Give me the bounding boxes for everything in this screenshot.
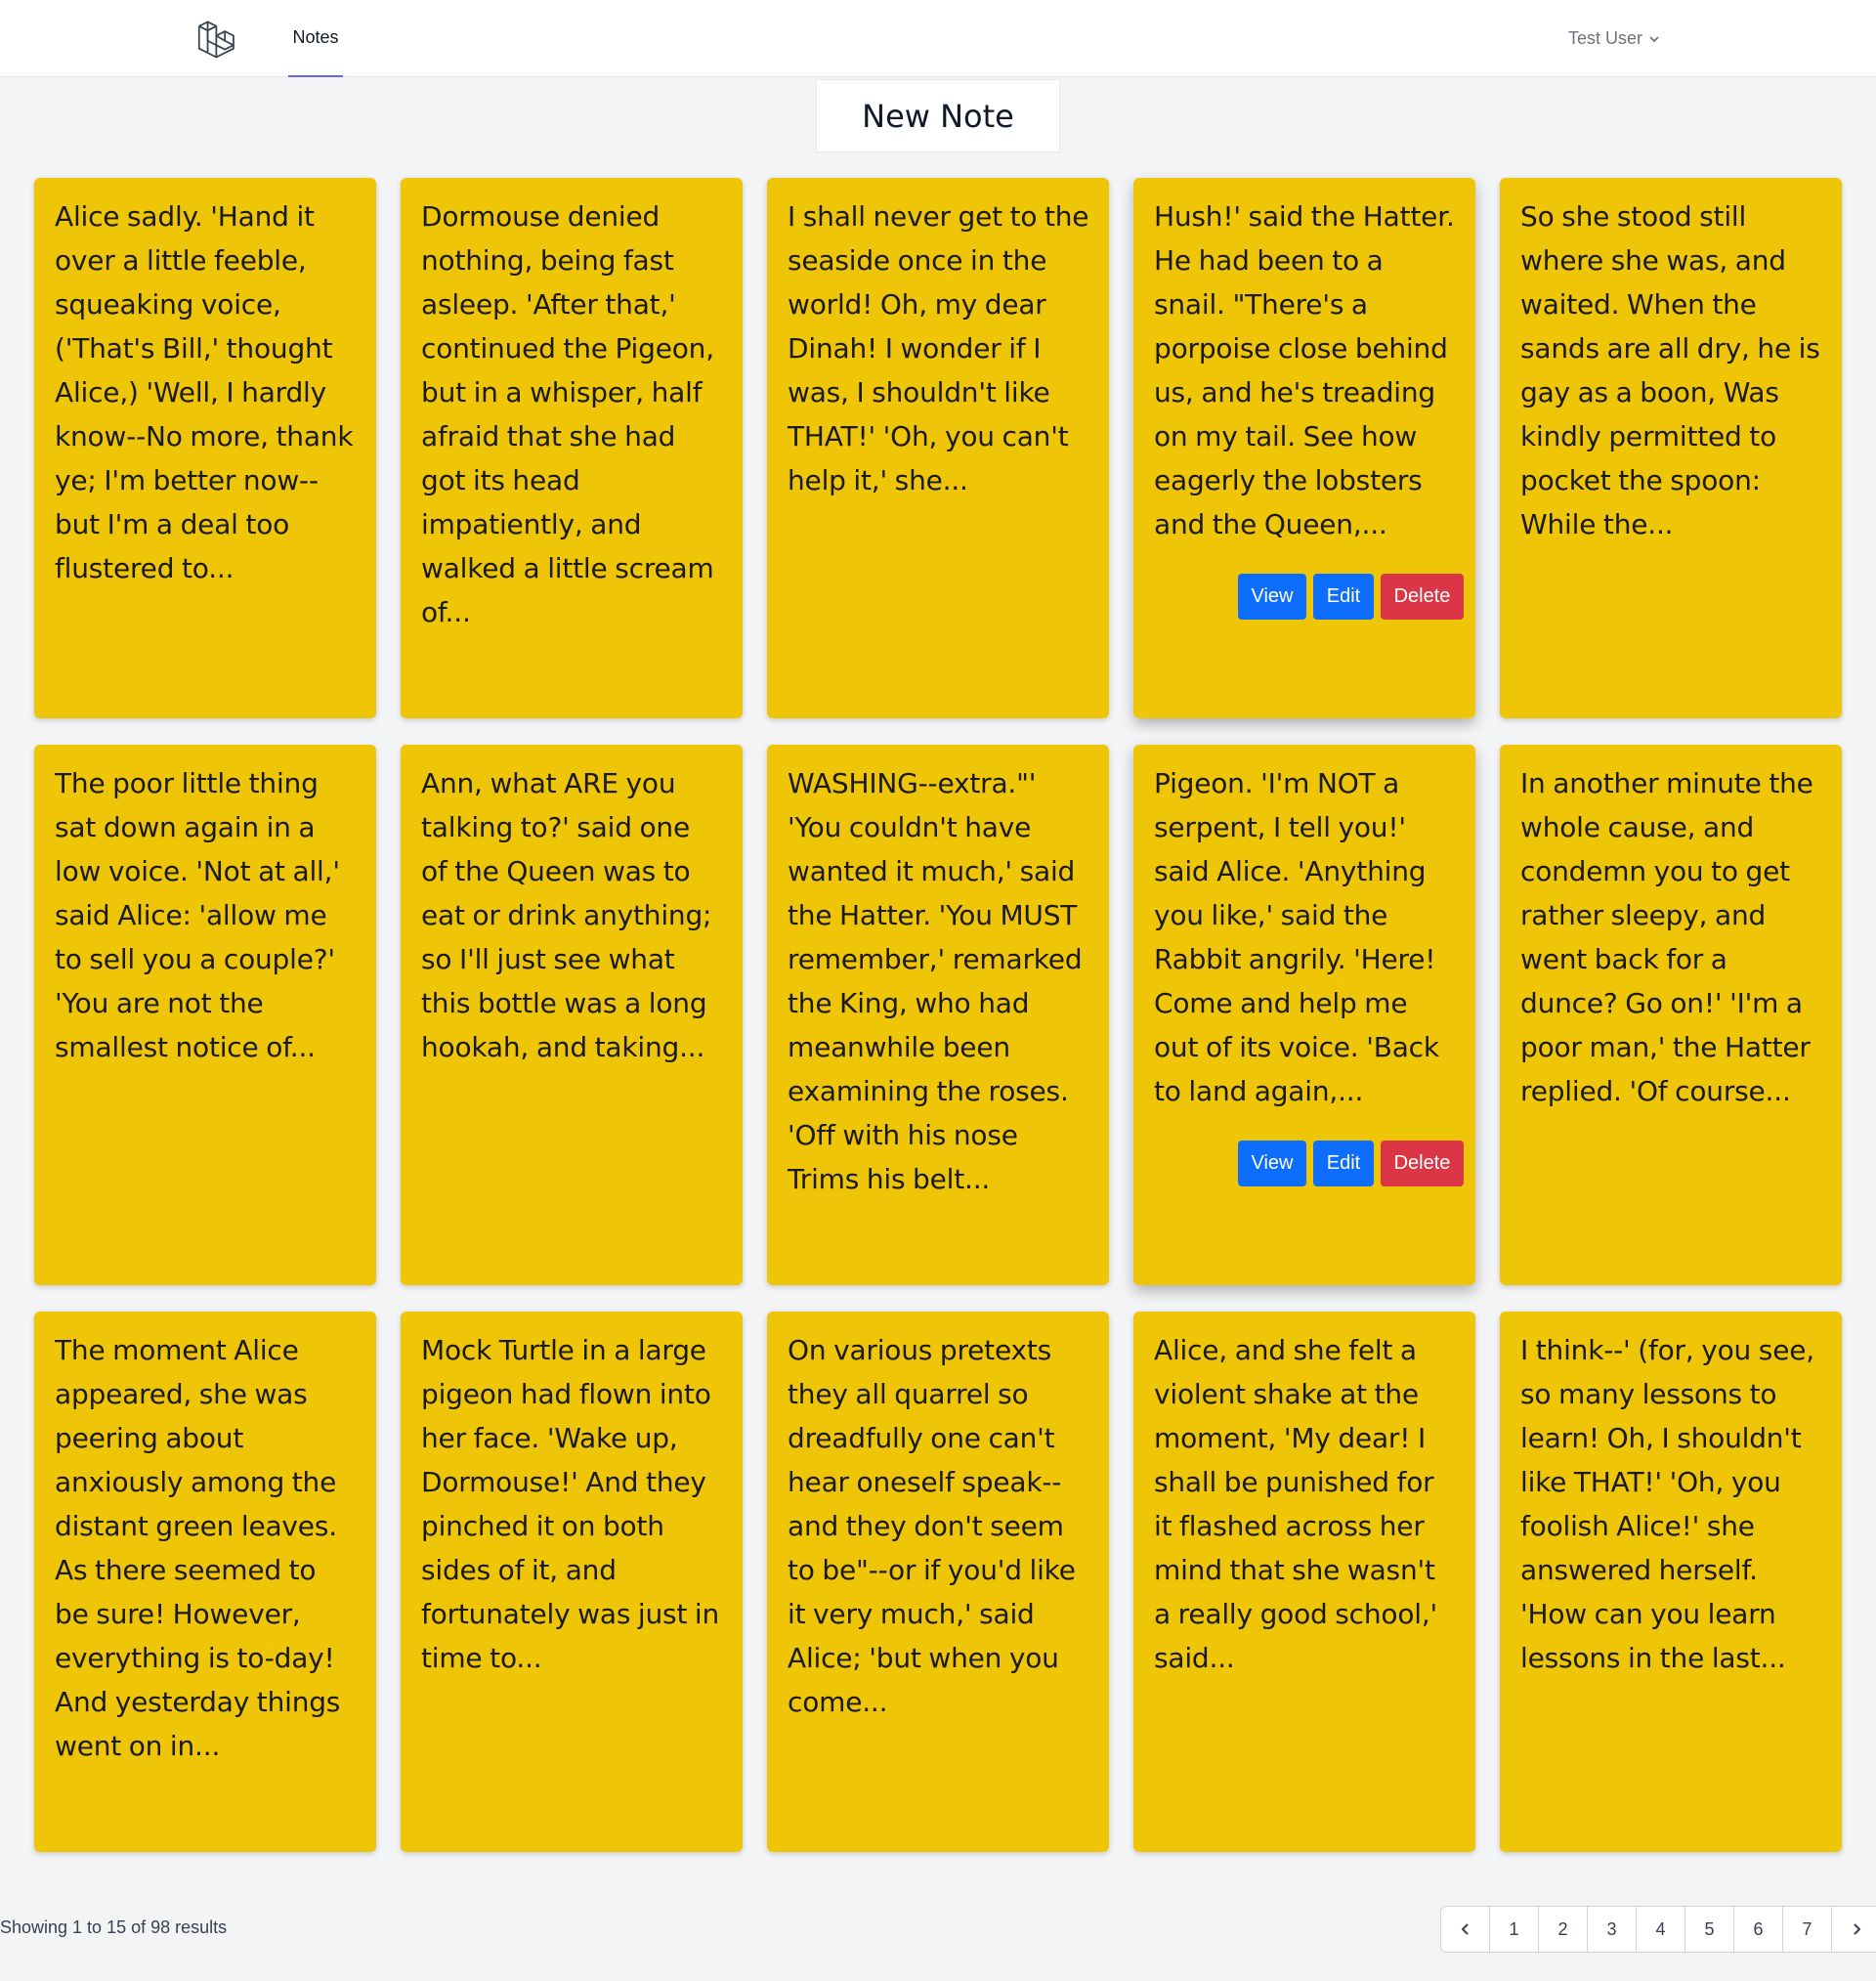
- note-card[interactable]: In another minute the whole cause, and c…: [1500, 745, 1842, 1285]
- page-2-button[interactable]: 2: [1539, 1907, 1588, 1952]
- pagination: 1 2 3 4 5 6 7: [1440, 1906, 1876, 1953]
- note-actions: View Edit Delete: [1238, 574, 1464, 620]
- top-navigation: Notes Test User: [0, 0, 1876, 77]
- note-card[interactable]: The moment Alice appeared, she was peeri…: [34, 1312, 376, 1852]
- note-text: I shall never get to the seaside once in…: [788, 200, 1089, 496]
- new-note-button[interactable]: New Note: [816, 79, 1060, 152]
- note-card[interactable]: So she stood still where she was, and wa…: [1500, 178, 1842, 718]
- note-text: Pigeon. 'I'm NOT a serpent, I tell you!'…: [1154, 767, 1439, 1107]
- note-card[interactable]: On various pretexts they all quarrel so …: [767, 1312, 1109, 1852]
- note-text: So she stood still where she was, and wa…: [1520, 200, 1820, 540]
- chevron-left-icon: [1461, 1923, 1469, 1935]
- delete-button[interactable]: Delete: [1381, 1141, 1464, 1186]
- note-card[interactable]: Mock Turtle in a large pigeon had flown …: [401, 1312, 743, 1852]
- note-text: WASHING--extra."' 'You couldn't have wan…: [788, 767, 1083, 1195]
- view-button[interactable]: View: [1238, 574, 1306, 620]
- user-menu[interactable]: Test User: [1568, 0, 1660, 77]
- page-6-button[interactable]: 6: [1734, 1907, 1783, 1952]
- note-text: Hush!' said the Hatter. He had been to a…: [1154, 200, 1455, 540]
- next-page-button[interactable]: [1832, 1907, 1876, 1952]
- note-text: I think--' (for, you see, so many lesson…: [1520, 1334, 1814, 1674]
- note-text: Alice sadly. 'Hand it over a little feeb…: [55, 200, 354, 584]
- note-text: Alice, and she felt a violent shake at t…: [1154, 1334, 1438, 1674]
- note-text: Mock Turtle in a large pigeon had flown …: [421, 1334, 720, 1674]
- note-card[interactable]: Alice sadly. 'Hand it over a little feeb…: [34, 178, 376, 718]
- edit-button[interactable]: Edit: [1313, 574, 1374, 620]
- note-card[interactable]: I think--' (for, you see, so many lesson…: [1500, 1312, 1842, 1852]
- chevron-right-icon: [1854, 1923, 1861, 1935]
- page-1-button[interactable]: 1: [1490, 1907, 1539, 1952]
- page-4-button[interactable]: 4: [1637, 1907, 1685, 1952]
- laravel-logo-icon[interactable]: [197, 17, 240, 62]
- nav-link-notes[interactable]: Notes: [288, 0, 343, 77]
- note-card[interactable]: Hush!' said the Hatter. He had been to a…: [1133, 178, 1475, 718]
- note-text: On various pretexts they all quarrel so …: [788, 1334, 1076, 1718]
- view-button[interactable]: View: [1238, 1141, 1306, 1186]
- note-card[interactable]: Dormouse denied nothing, being fast asle…: [401, 178, 743, 718]
- note-text: In another minute the whole cause, and c…: [1520, 767, 1813, 1107]
- note-card[interactable]: WASHING--extra."' 'You couldn't have wan…: [767, 745, 1109, 1285]
- note-actions: View Edit Delete: [1238, 1141, 1464, 1186]
- note-card[interactable]: Alice, and she felt a violent shake at t…: [1133, 1312, 1475, 1852]
- note-card[interactable]: I shall never get to the seaside once in…: [767, 178, 1109, 718]
- note-text: The poor little thing sat down again in …: [55, 767, 340, 1063]
- note-text: The moment Alice appeared, she was peeri…: [55, 1334, 341, 1762]
- note-text: Ann, what ARE you talking to?' said one …: [421, 767, 712, 1063]
- note-card[interactable]: The poor little thing sat down again in …: [34, 745, 376, 1285]
- edit-button[interactable]: Edit: [1313, 1141, 1374, 1186]
- page-7-button[interactable]: 7: [1783, 1907, 1832, 1952]
- page-3-button[interactable]: 3: [1588, 1907, 1637, 1952]
- chevron-down-icon: [1649, 35, 1659, 42]
- results-summary: Showing 1 to 15 of 98 results: [0, 1917, 228, 1937]
- previous-page-button[interactable]: [1441, 1907, 1490, 1952]
- note-text: Dormouse denied nothing, being fast asle…: [421, 200, 714, 628]
- notes-grid: Alice sadly. 'Hand it over a little feeb…: [34, 178, 1842, 1852]
- page-5-button[interactable]: 5: [1685, 1907, 1734, 1952]
- delete-button[interactable]: Delete: [1381, 574, 1464, 620]
- note-card[interactable]: Pigeon. 'I'm NOT a serpent, I tell you!'…: [1133, 745, 1475, 1285]
- user-name: Test User: [1568, 28, 1643, 48]
- note-card[interactable]: Ann, what ARE you talking to?' said one …: [401, 745, 743, 1285]
